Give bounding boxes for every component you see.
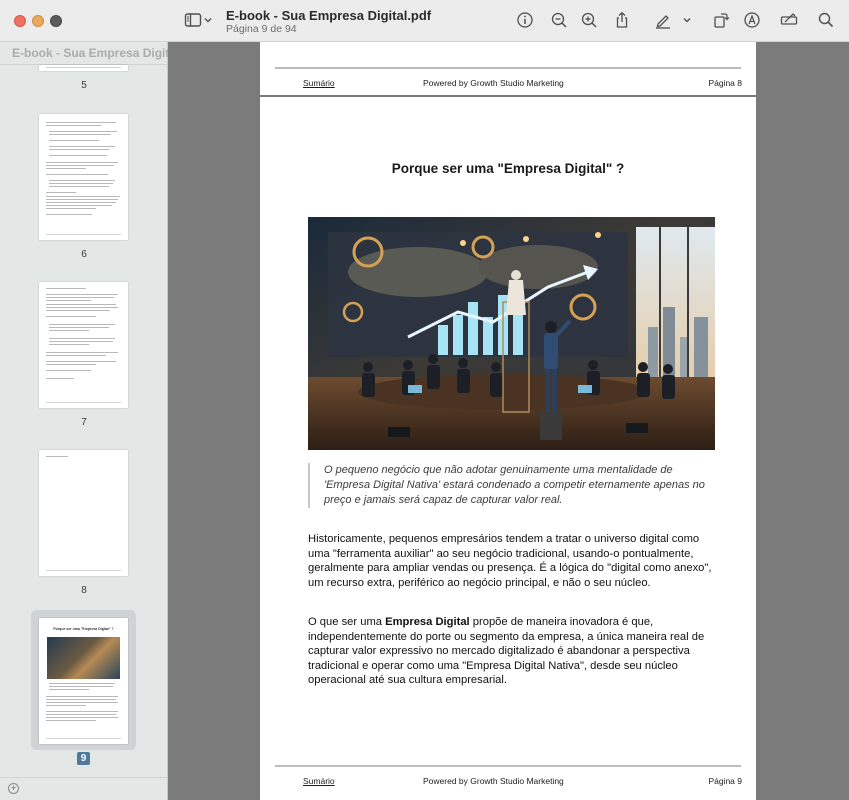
thumbnail-number-7: 7: [81, 417, 87, 428]
search-button[interactable]: [815, 9, 837, 31]
zoom-out-icon: [551, 12, 567, 28]
page-thumbnail-7[interactable]: [39, 282, 128, 408]
body-paragraph-1: Historicamente, pequenos empresários ten…: [308, 533, 712, 589]
highlight-button[interactable]: [652, 9, 674, 31]
rotate-icon: [714, 13, 730, 28]
footer-credit: Powered by Growth Studio Marketing: [423, 78, 564, 88]
page-thumbnail-5[interactable]: [39, 65, 128, 71]
sidebar-bottom-divider: [0, 777, 167, 778]
page-heading: Porque ser uma "Empresa Digital" ?: [391, 161, 625, 176]
thumbnail-9-image: [47, 637, 120, 679]
chevron-down-icon: [683, 18, 691, 23]
form-fill-button[interactable]: [778, 9, 800, 31]
thumbnail-number-8: 8: [81, 585, 87, 596]
paragraph-2-lead: O que ser uma: [308, 616, 386, 628]
thumbnail-number-9: 9: [77, 752, 90, 765]
thumbnail-sidebar: E-book - Sua Empresa Digital.pdf 5 6 7 8…: [0, 42, 201, 800]
info-button[interactable]: [514, 9, 536, 31]
zoom-out-button[interactable]: [548, 9, 570, 31]
footer-rule: [275, 67, 741, 69]
share-icon: [616, 11, 628, 28]
chevron-down-icon: [204, 18, 212, 23]
search-icon: [818, 12, 834, 28]
page-thumbnail-6[interactable]: [39, 114, 128, 240]
close-window-button[interactable]: [14, 15, 26, 27]
footer-summary-link[interactable]: Sumário: [303, 776, 335, 786]
zoom-in-button[interactable]: [578, 9, 600, 31]
window-toolbar: E-book - Sua Empresa Digital.pdf Página …: [0, 0, 849, 42]
thumbnail-number-5: 5: [81, 80, 87, 91]
document-canvas[interactable]: Sumário Powered by Growth Studio Marketi…: [168, 42, 849, 800]
page-thumbnail-8[interactable]: [39, 450, 128, 576]
footer-summary-link[interactable]: Sumário: [303, 78, 335, 88]
footer-page-number: Página 9: [708, 776, 742, 786]
thumbnail-9-title: Porque ser uma "Empresa Digital" ?: [53, 627, 114, 631]
footer-page-number: Página 8: [708, 78, 742, 88]
pdf-page-9: Porque ser uma "Empresa Digital" ? O peq…: [260, 97, 756, 800]
document-title: E-book - Sua Empresa Digital.pdf: [226, 8, 432, 23]
info-icon: [517, 12, 533, 28]
page-indicator: Página 9 de 94: [226, 23, 297, 35]
form-fill-icon: [780, 13, 798, 25]
thumbnail-number-6: 6: [81, 249, 87, 260]
hero-image: [308, 217, 715, 450]
markup-icon: [744, 12, 760, 28]
paragraph-2-bold-term: Empresa Digital: [385, 616, 470, 628]
page-thumbnail-9[interactable]: Porque ser uma "Empresa Digital" ?: [39, 618, 128, 744]
share-button[interactable]: [611, 9, 633, 31]
footer-credit: Powered by Growth Studio Marketing: [423, 776, 564, 786]
zoom-in-icon: [581, 12, 597, 28]
pdf-page-8: Sumário Powered by Growth Studio Marketi…: [260, 42, 756, 95]
body-paragraph-2: O que ser uma Empresa Digital propõe de …: [308, 615, 718, 688]
highlight-icon: [656, 15, 670, 29]
minimize-window-button[interactable]: [32, 15, 44, 27]
sidebar-icon: [184, 13, 202, 27]
plus-icon: +: [10, 783, 17, 793]
pull-quote: O pequeno negócio que não adotar genuina…: [308, 463, 713, 508]
add-page-button[interactable]: +: [8, 783, 19, 794]
highlight-options-button[interactable]: [680, 9, 694, 31]
office-meeting-illustration: [308, 217, 715, 450]
sidebar-options-button[interactable]: [201, 9, 215, 31]
footer-rule: [275, 765, 741, 767]
markup-button[interactable]: [741, 9, 763, 31]
rotate-button[interactable]: [710, 9, 732, 31]
zoom-window-button[interactable]: [50, 15, 62, 27]
